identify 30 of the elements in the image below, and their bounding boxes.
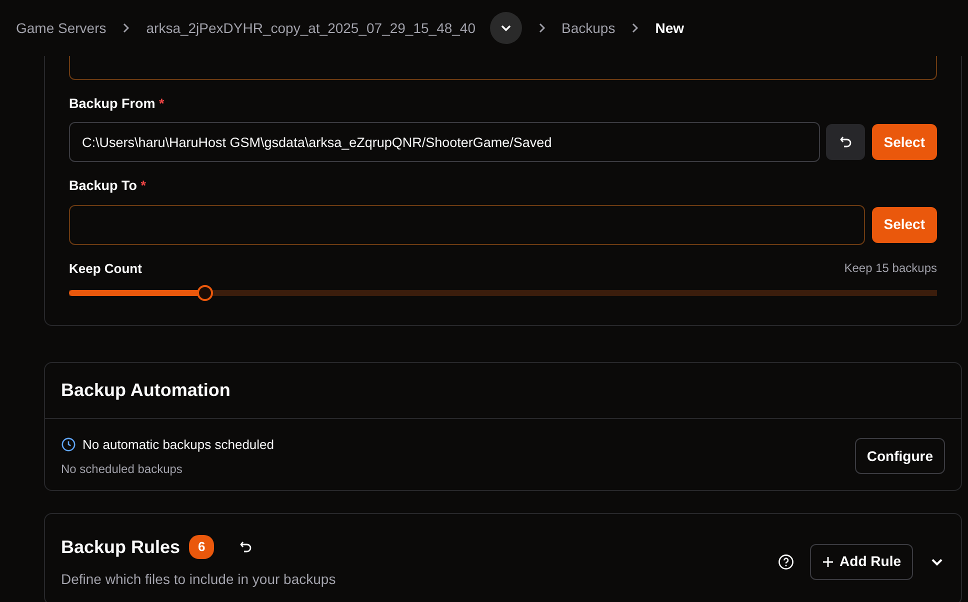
breadcrumb-link[interactable]: Backups — [562, 18, 616, 38]
input-field[interactable] — [69, 56, 937, 80]
card-description: Define which files to include in your backups — [61, 570, 336, 589]
slider-reading: Keep 15 backups — [844, 260, 937, 278]
select-button[interactable]: Select — [872, 124, 937, 160]
status-detail: No scheduled backups — [61, 460, 184, 478]
path-field[interactable] — [69, 204, 866, 244]
count-badge: 6 — [189, 535, 214, 559]
help-icon[interactable] — [778, 554, 794, 570]
configure-button[interactable]: Configure — [854, 438, 945, 474]
clock-icon — [61, 437, 76, 452]
add-rule-button[interactable]: Add Rule — [810, 544, 913, 580]
required-mark: * — [140, 178, 146, 194]
status-text: No automatic backups scheduled — [82, 436, 274, 454]
field-label: Keep Count — [69, 260, 142, 278]
path-field[interactable]: C:\Users\haru\HaruHost GSM\gsdata\arksa_eZqrupQNR/ShooterGame/Saved — [69, 122, 820, 162]
card-title: Backup Rules — [61, 536, 180, 559]
breadcrumb-link[interactable]: Game Servers — [16, 18, 106, 38]
field-label: Backup To * — [69, 177, 148, 196]
required-mark: * — [159, 96, 164, 111]
card-title: Backup Automation — [45, 363, 961, 419]
reset-button[interactable] — [826, 124, 866, 160]
plus-icon — [822, 556, 834, 568]
select-button[interactable]: Select — [872, 206, 937, 242]
slider-thumb[interactable] — [197, 285, 214, 301]
breadcrumb-link[interactable]: arksa_2jPexDYHR_copy_at_2025_07_29_15_48_40 — [146, 18, 476, 38]
field-label: Backup From * — [69, 95, 166, 113]
breadcrumb-current: New — [655, 18, 684, 38]
undo-icon[interactable] — [239, 540, 254, 554]
undo-icon — [838, 135, 853, 150]
